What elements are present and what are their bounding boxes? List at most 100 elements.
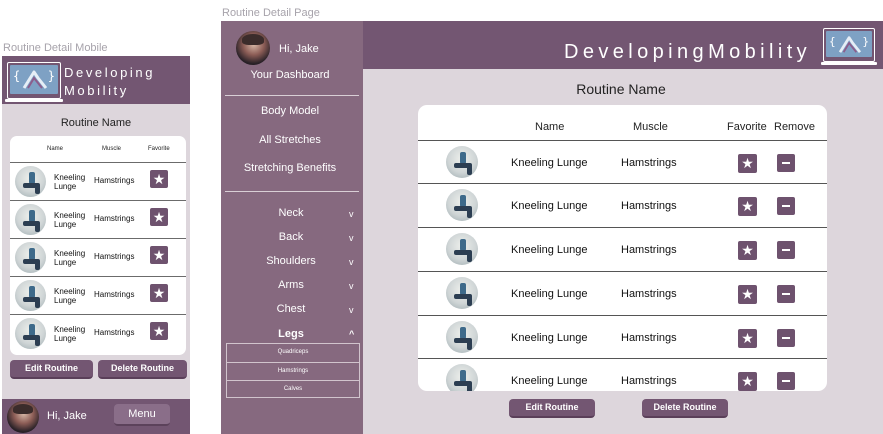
- brand-name-line1: Developing: [64, 65, 156, 80]
- remove-button[interactable]: [777, 329, 795, 347]
- remove-button[interactable]: [777, 197, 795, 215]
- exercise-name: Kneeling Lunge: [54, 287, 86, 305]
- table-row[interactable]: Kneeling Lunge Hamstrings ★: [10, 314, 186, 352]
- stretch-thumbnail: [446, 277, 478, 309]
- exercise-muscle: Hamstrings: [94, 290, 135, 299]
- exercise-muscle: Hamstrings: [94, 328, 135, 337]
- brand-logo-icon[interactable]: { }: [821, 28, 877, 65]
- category-label: Back: [278, 231, 304, 243]
- nav-all-stretches[interactable]: All Stretches: [221, 134, 359, 146]
- routine-table: Name Muscle Favorite Kneeling Lunge Hams…: [10, 136, 186, 355]
- remove-button[interactable]: [777, 372, 795, 390]
- exercise-muscle: Hamstrings: [621, 375, 677, 387]
- table-row[interactable]: Kneeling Lunge Hamstrings ★: [10, 200, 186, 238]
- stretch-thumbnail: [446, 189, 478, 221]
- brand-logo-icon[interactable]: { }: [5, 62, 63, 102]
- exercise-muscle: Hamstrings: [94, 214, 135, 223]
- stretch-thumbnail: [446, 364, 478, 391]
- minus-icon: [782, 205, 790, 208]
- user-greeting: Hi, Jake: [47, 410, 87, 422]
- chevron-down-icon: v: [349, 257, 354, 267]
- legs-submenu: Quadriceps Hamstrings Calves: [226, 343, 360, 398]
- minus-icon: [782, 249, 790, 252]
- column-header-muscle: Muscle: [102, 146, 122, 152]
- delete-routine-button[interactable]: Delete Routine: [642, 399, 728, 418]
- exercise-name: Kneeling Lunge: [54, 325, 86, 343]
- desktop-header: DevelopingMobility { }: [363, 21, 883, 69]
- exercise-name: Kneeling Lunge: [511, 288, 588, 300]
- chevron-down-icon: v: [349, 281, 354, 291]
- chevron-down-icon: v: [349, 233, 354, 243]
- brand-name-line2: Mobility: [64, 83, 129, 98]
- edit-routine-button[interactable]: Edit Routine: [509, 399, 595, 418]
- nav-stretching-benefits[interactable]: Stretching Benefits: [221, 162, 359, 174]
- favorite-star-button[interactable]: ★: [150, 208, 168, 226]
- favorite-star-button[interactable]: ★: [738, 372, 757, 391]
- exercise-name: Kneeling Lunge: [511, 244, 588, 256]
- chevron-up-icon: ^: [349, 329, 355, 339]
- sidebar-divider: [225, 191, 359, 192]
- remove-button[interactable]: [777, 241, 795, 259]
- mobile-footer: Hi, Jake Menu: [2, 399, 190, 434]
- sidebar: Hi, Jake Your Dashboard Body Model All S…: [221, 21, 363, 434]
- table-row[interactable]: Kneeling Lunge Hamstrings ★: [10, 276, 186, 314]
- exercise-name: Kneeling Lunge: [54, 173, 86, 191]
- stretch-thumbnail: [446, 233, 478, 265]
- exercise-name: Kneeling Lunge: [54, 211, 86, 229]
- favorite-star-button[interactable]: ★: [738, 285, 757, 304]
- desktop-caption: Routine Detail Page: [222, 7, 320, 19]
- table-row[interactable]: Kneeling Lunge Hamstrings ★: [418, 227, 827, 270]
- favorite-star-button[interactable]: ★: [150, 246, 168, 264]
- stretch-thumbnail: [15, 204, 46, 235]
- column-header-favorite: Favorite: [148, 146, 170, 152]
- routine-table: Name Muscle Favorite Remove Kneeling Lun…: [418, 105, 827, 391]
- menu-button[interactable]: Menu: [114, 404, 170, 426]
- stretch-thumbnail: [15, 166, 46, 197]
- exercise-name: Kneeling Lunge: [511, 375, 588, 387]
- favorite-star-button[interactable]: ★: [150, 284, 168, 302]
- minus-icon: [782, 162, 790, 165]
- category-label: Shoulders: [266, 255, 316, 267]
- user-avatar[interactable]: [236, 31, 270, 65]
- delete-routine-button[interactable]: Delete Routine: [98, 360, 187, 379]
- stretch-thumbnail: [15, 242, 46, 273]
- table-row[interactable]: Kneeling Lunge Hamstrings ★: [10, 162, 186, 200]
- table-row[interactable]: Kneeling Lunge Hamstrings ★: [418, 140, 827, 183]
- remove-button[interactable]: [777, 154, 795, 172]
- column-header-name: Name: [535, 121, 565, 133]
- favorite-star-button[interactable]: ★: [150, 322, 168, 340]
- exercise-name: Kneeling Lunge: [511, 157, 588, 169]
- routine-title: Routine Name: [60, 117, 132, 129]
- exercise-muscle: Hamstrings: [621, 332, 677, 344]
- category-label: Legs: [278, 328, 304, 340]
- edit-routine-button[interactable]: Edit Routine: [10, 360, 93, 379]
- favorite-star-button[interactable]: ★: [738, 197, 757, 216]
- nav-body-model[interactable]: Body Model: [221, 105, 359, 117]
- minus-icon: [782, 293, 790, 296]
- column-header-muscle: Muscle: [633, 121, 668, 133]
- submenu-item-hamstrings[interactable]: Hamstrings: [227, 362, 359, 379]
- stretch-thumbnail: [446, 321, 478, 353]
- remove-button[interactable]: [777, 285, 795, 303]
- favorite-star-button[interactable]: ★: [738, 154, 757, 173]
- minus-icon: [782, 337, 790, 340]
- favorite-star-button[interactable]: ★: [150, 170, 168, 188]
- user-avatar[interactable]: [7, 401, 39, 433]
- exercise-muscle: Hamstrings: [621, 244, 677, 256]
- column-header-name: Name: [47, 146, 64, 152]
- favorite-star-button[interactable]: ★: [738, 241, 757, 260]
- exercise-muscle: Hamstrings: [621, 157, 677, 169]
- favorite-star-button[interactable]: ★: [738, 329, 757, 348]
- table-row[interactable]: Kneeling Lunge Hamstrings ★: [418, 358, 827, 391]
- table-row[interactable]: Kneeling Lunge Hamstrings ★: [418, 315, 827, 358]
- dashboard-link[interactable]: Your Dashboard: [221, 69, 359, 81]
- submenu-item-quadriceps[interactable]: Quadriceps: [227, 344, 359, 361]
- exercise-muscle: Hamstrings: [94, 252, 135, 261]
- submenu-item-calves[interactable]: Calves: [227, 380, 359, 397]
- table-row[interactable]: Kneeling Lunge Hamstrings ★: [418, 271, 827, 314]
- table-row[interactable]: Kneeling Lunge Hamstrings ★: [10, 238, 186, 276]
- exercise-name: Kneeling Lunge: [511, 200, 588, 212]
- table-row[interactable]: Kneeling Lunge Hamstrings ★: [418, 183, 827, 226]
- user-greeting: Hi, Jake: [279, 43, 319, 55]
- column-header-favorite: Favorite: [727, 121, 767, 133]
